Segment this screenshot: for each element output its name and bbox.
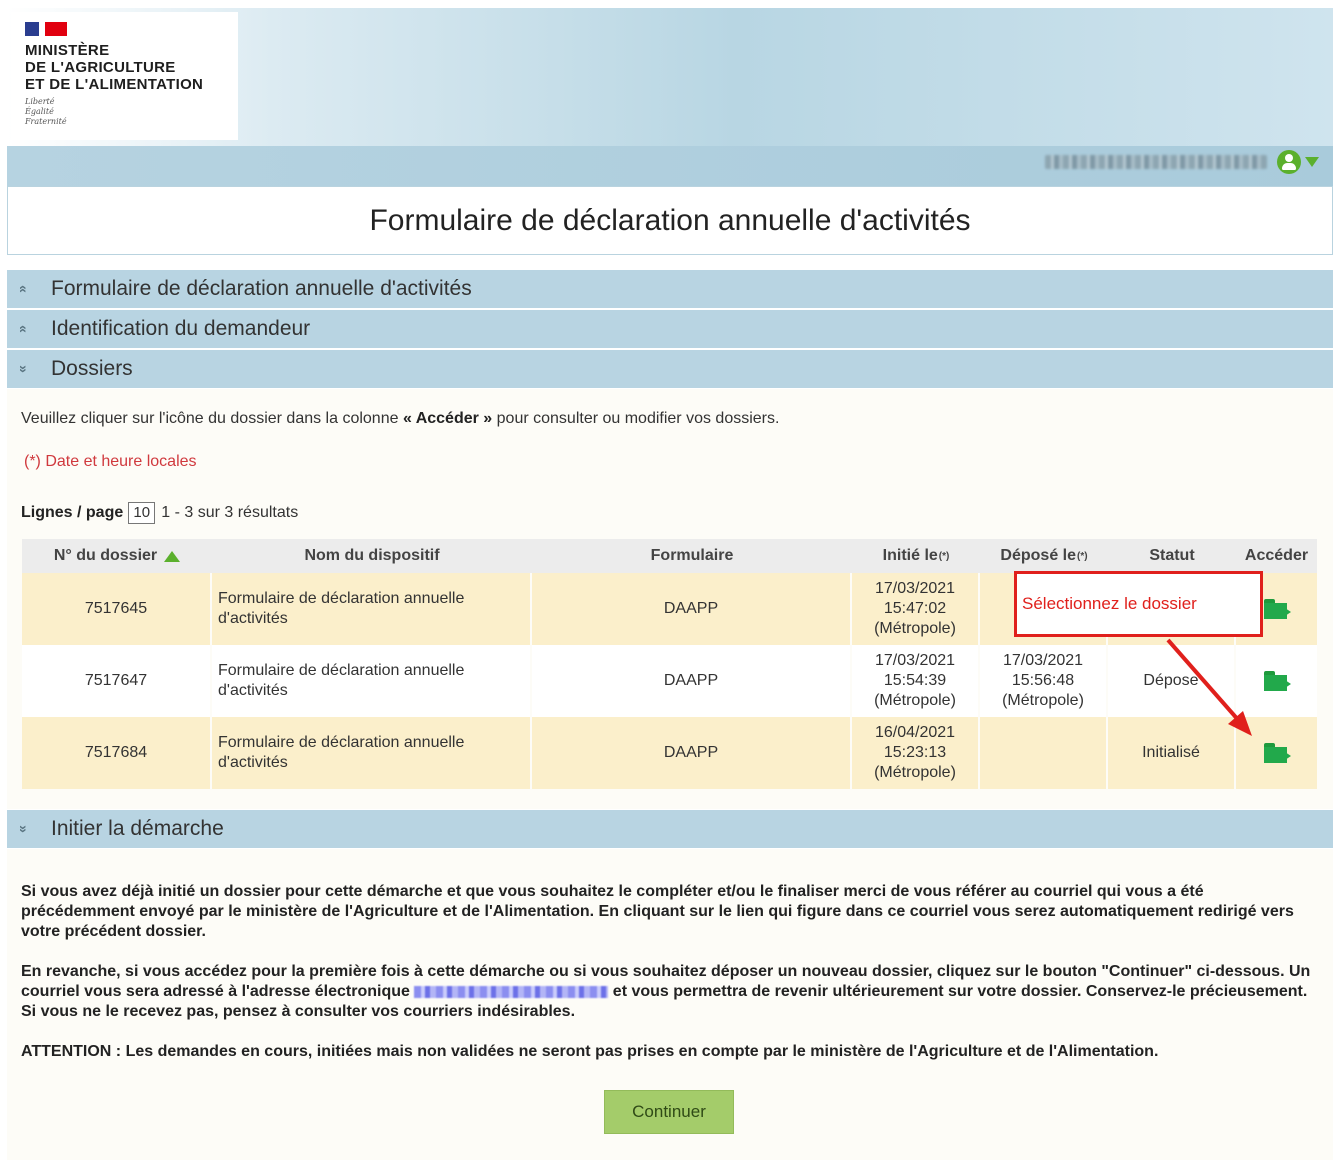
continue-button[interactable]: Continuer bbox=[604, 1090, 734, 1134]
cell-acceder bbox=[1236, 645, 1317, 717]
col-nom[interactable]: Nom du dispositif bbox=[212, 539, 532, 573]
attention-paragraph: ATTENTION : Les demandes en cours, initi… bbox=[21, 1043, 1159, 1060]
cell-depose bbox=[980, 717, 1108, 789]
logo-line-3: ET DE L'ALIMENTATION bbox=[25, 76, 204, 93]
select-dossier-callout: Sélectionnez le dossier bbox=[1014, 571, 1263, 637]
cell-statut: Dépose bbox=[1108, 645, 1236, 717]
user-menu[interactable] bbox=[1045, 150, 1319, 174]
chevron-double-up-icon: « bbox=[16, 325, 32, 333]
pagination: Lignes / page 10 1 - 3 sur 3 résultats bbox=[21, 502, 298, 524]
rows-per-page-select[interactable]: 10 bbox=[128, 502, 156, 524]
section-dossiers[interactable]: » Dossiers bbox=[7, 350, 1333, 388]
page-title: Formulaire de déclaration annuelle d'act… bbox=[369, 203, 971, 237]
cell-nom: Formulaire de déclaration annuelle d'act… bbox=[212, 645, 532, 717]
cell-formulaire: DAAPP bbox=[532, 717, 852, 789]
rows-per-page-label: Lignes / page bbox=[21, 504, 124, 521]
cell-depose: 17/03/2021 15:56:48 (Métropole) bbox=[980, 645, 1108, 717]
col-numero[interactable]: N° du dossier bbox=[22, 539, 212, 573]
cell-initie: 17/03/2021 15:54:39 (Métropole) bbox=[852, 645, 980, 717]
initier-paragraph-2: En revanche, si vous accédez pour la pre… bbox=[21, 963, 1311, 1020]
site-header: MINISTÈRE DE L'AGRICULTURE ET DE L'ALIME… bbox=[7, 8, 1333, 186]
section-identification-label: Identification du demandeur bbox=[51, 317, 311, 340]
section-identification[interactable]: « Identification du demandeur bbox=[7, 310, 1333, 348]
cell-numero: 7517684 bbox=[22, 717, 212, 789]
cell-nom: Formulaire de déclaration annuelle d'act… bbox=[212, 573, 532, 645]
col-initie[interactable]: Initié le (*) bbox=[852, 539, 980, 573]
open-folder-icon[interactable] bbox=[1263, 599, 1291, 619]
logo-line-1: MINISTÈRE bbox=[25, 42, 110, 59]
section-formulaire[interactable]: « Formulaire de déclaration annuelle d'a… bbox=[7, 270, 1333, 308]
cell-initie: 17/03/2021 15:47:02 (Métropole) bbox=[852, 573, 980, 645]
col-depose[interactable]: Déposé le (*) bbox=[980, 539, 1108, 573]
local-time-note: (*) Date et heure locales bbox=[24, 453, 197, 470]
table-header: N° du dossier Nom du dispositif Formulai… bbox=[22, 539, 1317, 573]
initier-paragraph-1: Si vous avez déjà initié un dossier pour… bbox=[21, 883, 1294, 940]
cell-numero: 7517647 bbox=[22, 645, 212, 717]
section-formulaire-label: Formulaire de déclaration annuelle d'act… bbox=[51, 277, 472, 300]
table-row: 7517684 Formulaire de déclaration annuel… bbox=[22, 717, 1317, 789]
results-count: 1 - 3 sur 3 résultats bbox=[161, 504, 299, 521]
section-initier-label: Initier la démarche bbox=[51, 817, 224, 840]
col-statut[interactable]: Statut bbox=[1108, 539, 1236, 573]
sort-ascending-icon[interactable] bbox=[164, 550, 181, 562]
col-formulaire[interactable]: Formulaire bbox=[532, 539, 852, 573]
chevron-double-up-icon: « bbox=[16, 285, 32, 293]
cell-acceder bbox=[1236, 717, 1317, 789]
section-dossiers-label: Dossiers bbox=[51, 357, 133, 380]
chevron-double-down-icon: » bbox=[16, 825, 32, 833]
dossiers-instruction: Veuillez cliquer sur l'icône du dossier … bbox=[21, 410, 780, 427]
logo-line-2: DE L'AGRICULTURE bbox=[25, 59, 176, 76]
cell-nom: Formulaire de déclaration annuelle d'act… bbox=[212, 717, 532, 789]
user-circle-icon[interactable] bbox=[1277, 150, 1301, 174]
cell-statut: Initialisé bbox=[1108, 717, 1236, 789]
email-redacted bbox=[414, 985, 609, 998]
user-name-redacted bbox=[1045, 155, 1267, 169]
col-acceder: Accéder bbox=[1244, 547, 1309, 564]
page-title-box: Formulaire de déclaration annuelle d'act… bbox=[7, 186, 1333, 255]
cell-formulaire: DAAPP bbox=[532, 645, 852, 717]
table-row: 7517647 Formulaire de déclaration annuel… bbox=[22, 645, 1317, 717]
chevron-double-down-icon: » bbox=[16, 365, 32, 373]
ministry-logo[interactable]: MINISTÈRE DE L'AGRICULTURE ET DE L'ALIME… bbox=[11, 12, 238, 140]
logo-motto: Liberté Égalité Fraternité bbox=[25, 97, 67, 126]
open-folder-icon[interactable] bbox=[1263, 671, 1291, 691]
marianne-flag-icon bbox=[25, 22, 67, 36]
cell-initie: 16/04/2021 15:23:13 (Métropole) bbox=[852, 717, 980, 789]
cell-numero: 7517645 bbox=[22, 573, 212, 645]
open-folder-icon[interactable] bbox=[1263, 743, 1291, 763]
section-initier[interactable]: » Initier la démarche bbox=[7, 810, 1333, 848]
cell-formulaire: DAAPP bbox=[532, 573, 852, 645]
caret-down-icon[interactable] bbox=[1305, 157, 1319, 167]
